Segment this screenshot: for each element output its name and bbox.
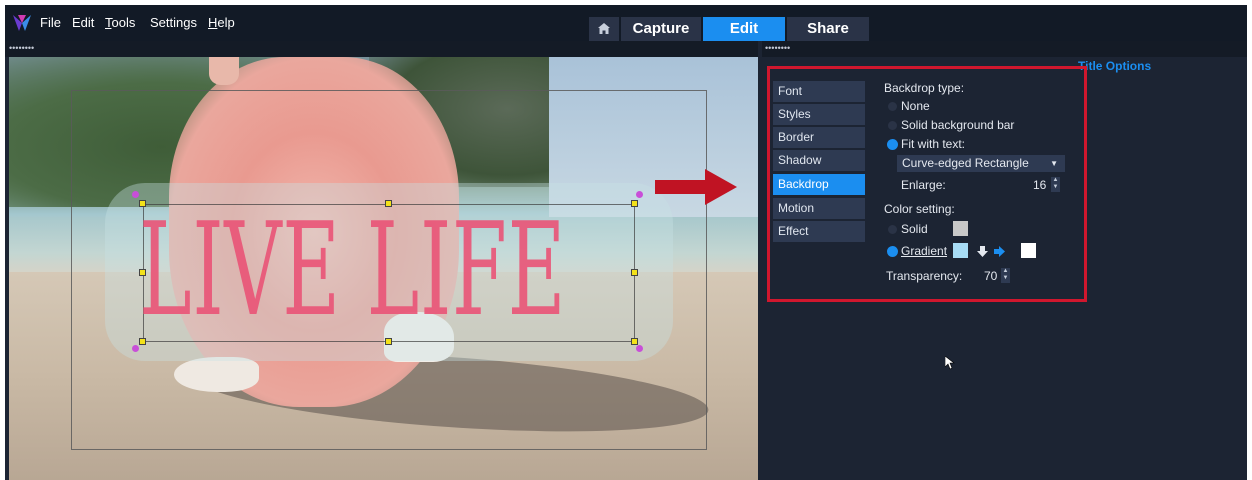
enlarge-label: Enlarge: bbox=[901, 178, 946, 192]
preview-window[interactable]: LIVE LIFE bbox=[9, 57, 758, 480]
enlarge-value[interactable]: 16 bbox=[1033, 178, 1046, 192]
mouse-cursor-icon bbox=[945, 356, 955, 370]
resize-handle-br[interactable] bbox=[631, 338, 638, 345]
tab-capture[interactable]: Capture bbox=[621, 17, 701, 41]
gradient-direction-down-icon[interactable] bbox=[977, 246, 988, 257]
radio-color-solid-label[interactable]: Solid bbox=[901, 222, 928, 236]
menu-tools[interactable]: Tools bbox=[105, 15, 135, 30]
title-options-heading: Title Options bbox=[1078, 59, 1152, 73]
stepper-down-icon[interactable]: ▼ bbox=[1051, 184, 1060, 191]
options-panel-grip[interactable]: •••••••• bbox=[765, 43, 790, 53]
title-text[interactable]: LIVE LIFE bbox=[139, 191, 566, 351]
category-border[interactable]: Border bbox=[773, 127, 865, 148]
transparency-value[interactable]: 70 bbox=[984, 269, 997, 283]
transparency-stepper[interactable]: ▲ ▼ bbox=[1001, 268, 1010, 283]
rotate-handle-bl[interactable] bbox=[132, 345, 139, 352]
radio-none-label[interactable]: None bbox=[901, 99, 930, 113]
resize-handle-tl[interactable] bbox=[139, 200, 146, 207]
radio-fit-with-text-label[interactable]: Fit with text: bbox=[901, 137, 965, 151]
radio-none[interactable] bbox=[888, 102, 897, 111]
annotation-arrow-icon bbox=[655, 169, 737, 205]
tab-home[interactable] bbox=[589, 17, 619, 41]
category-motion[interactable]: Motion bbox=[773, 198, 865, 219]
menu-file[interactable]: File bbox=[40, 15, 61, 30]
app-window: File Edit Tools Settings Help Capture Ed… bbox=[5, 5, 1247, 480]
radio-solid-bar-label[interactable]: Solid background bar bbox=[901, 118, 1014, 132]
category-shadow[interactable]: Shadow bbox=[773, 150, 865, 171]
chevron-down-icon: ▼ bbox=[1050, 159, 1058, 168]
category-backdrop[interactable]: Backdrop bbox=[773, 174, 865, 195]
enlarge-stepper[interactable]: ▲ ▼ bbox=[1051, 177, 1060, 192]
options-header-strip bbox=[762, 41, 1247, 57]
rotate-handle-br[interactable] bbox=[636, 345, 643, 352]
backdrop-type-label: Backdrop type: bbox=[884, 81, 965, 95]
tab-edit[interactable]: Edit bbox=[703, 17, 785, 41]
transparency-label: Transparency: bbox=[886, 269, 963, 283]
resize-handle-tr[interactable] bbox=[631, 200, 638, 207]
resize-handle-right[interactable] bbox=[631, 269, 638, 276]
radio-color-gradient-label[interactable]: Gradient bbox=[901, 244, 947, 258]
solid-color-swatch[interactable] bbox=[953, 221, 968, 236]
home-icon bbox=[598, 23, 610, 34]
menu-edit[interactable]: Edit bbox=[72, 15, 94, 30]
resize-handle-bl[interactable] bbox=[139, 338, 146, 345]
radio-color-gradient[interactable] bbox=[888, 247, 897, 256]
backdrop-shape-value: Curve-edged Rectangle bbox=[902, 156, 1029, 170]
preview-panel-grip[interactable]: •••••••• bbox=[9, 43, 34, 53]
menu-settings[interactable]: Settings bbox=[150, 15, 197, 30]
menu-bar: File Edit Tools Settings Help Capture Ed… bbox=[5, 5, 1247, 41]
category-styles[interactable]: Styles bbox=[773, 104, 865, 125]
stepper-up-icon[interactable]: ▲ bbox=[1051, 177, 1060, 184]
category-font[interactable]: Font bbox=[773, 81, 865, 102]
tab-share[interactable]: Share bbox=[787, 17, 869, 41]
resize-handle-bottom[interactable] bbox=[385, 338, 392, 345]
gradient-direction-right-icon[interactable] bbox=[994, 246, 1005, 257]
resize-handle-left[interactable] bbox=[139, 269, 146, 276]
backdrop-shape-select[interactable]: Curve-edged Rectangle ▼ bbox=[897, 155, 1065, 172]
stepper-down-icon[interactable]: ▼ bbox=[1001, 275, 1010, 282]
gradient-end-swatch[interactable] bbox=[1021, 243, 1036, 258]
menu-help[interactable]: Help bbox=[208, 15, 235, 30]
radio-solid-bar[interactable] bbox=[888, 121, 897, 130]
rotate-handle-tr[interactable] bbox=[636, 191, 643, 198]
rotate-handle-tl[interactable] bbox=[132, 191, 139, 198]
gradient-start-swatch[interactable] bbox=[953, 243, 968, 258]
radio-color-solid[interactable] bbox=[888, 225, 897, 234]
radio-fit-with-text[interactable] bbox=[888, 140, 897, 149]
color-setting-label: Color setting: bbox=[884, 202, 955, 216]
preview-header-strip bbox=[5, 41, 758, 57]
category-effect[interactable]: Effect bbox=[773, 221, 865, 242]
stepper-up-icon[interactable]: ▲ bbox=[1001, 268, 1010, 275]
resize-handle-top[interactable] bbox=[385, 200, 392, 207]
person-arm bbox=[209, 57, 239, 85]
app-logo-icon bbox=[13, 15, 31, 31]
